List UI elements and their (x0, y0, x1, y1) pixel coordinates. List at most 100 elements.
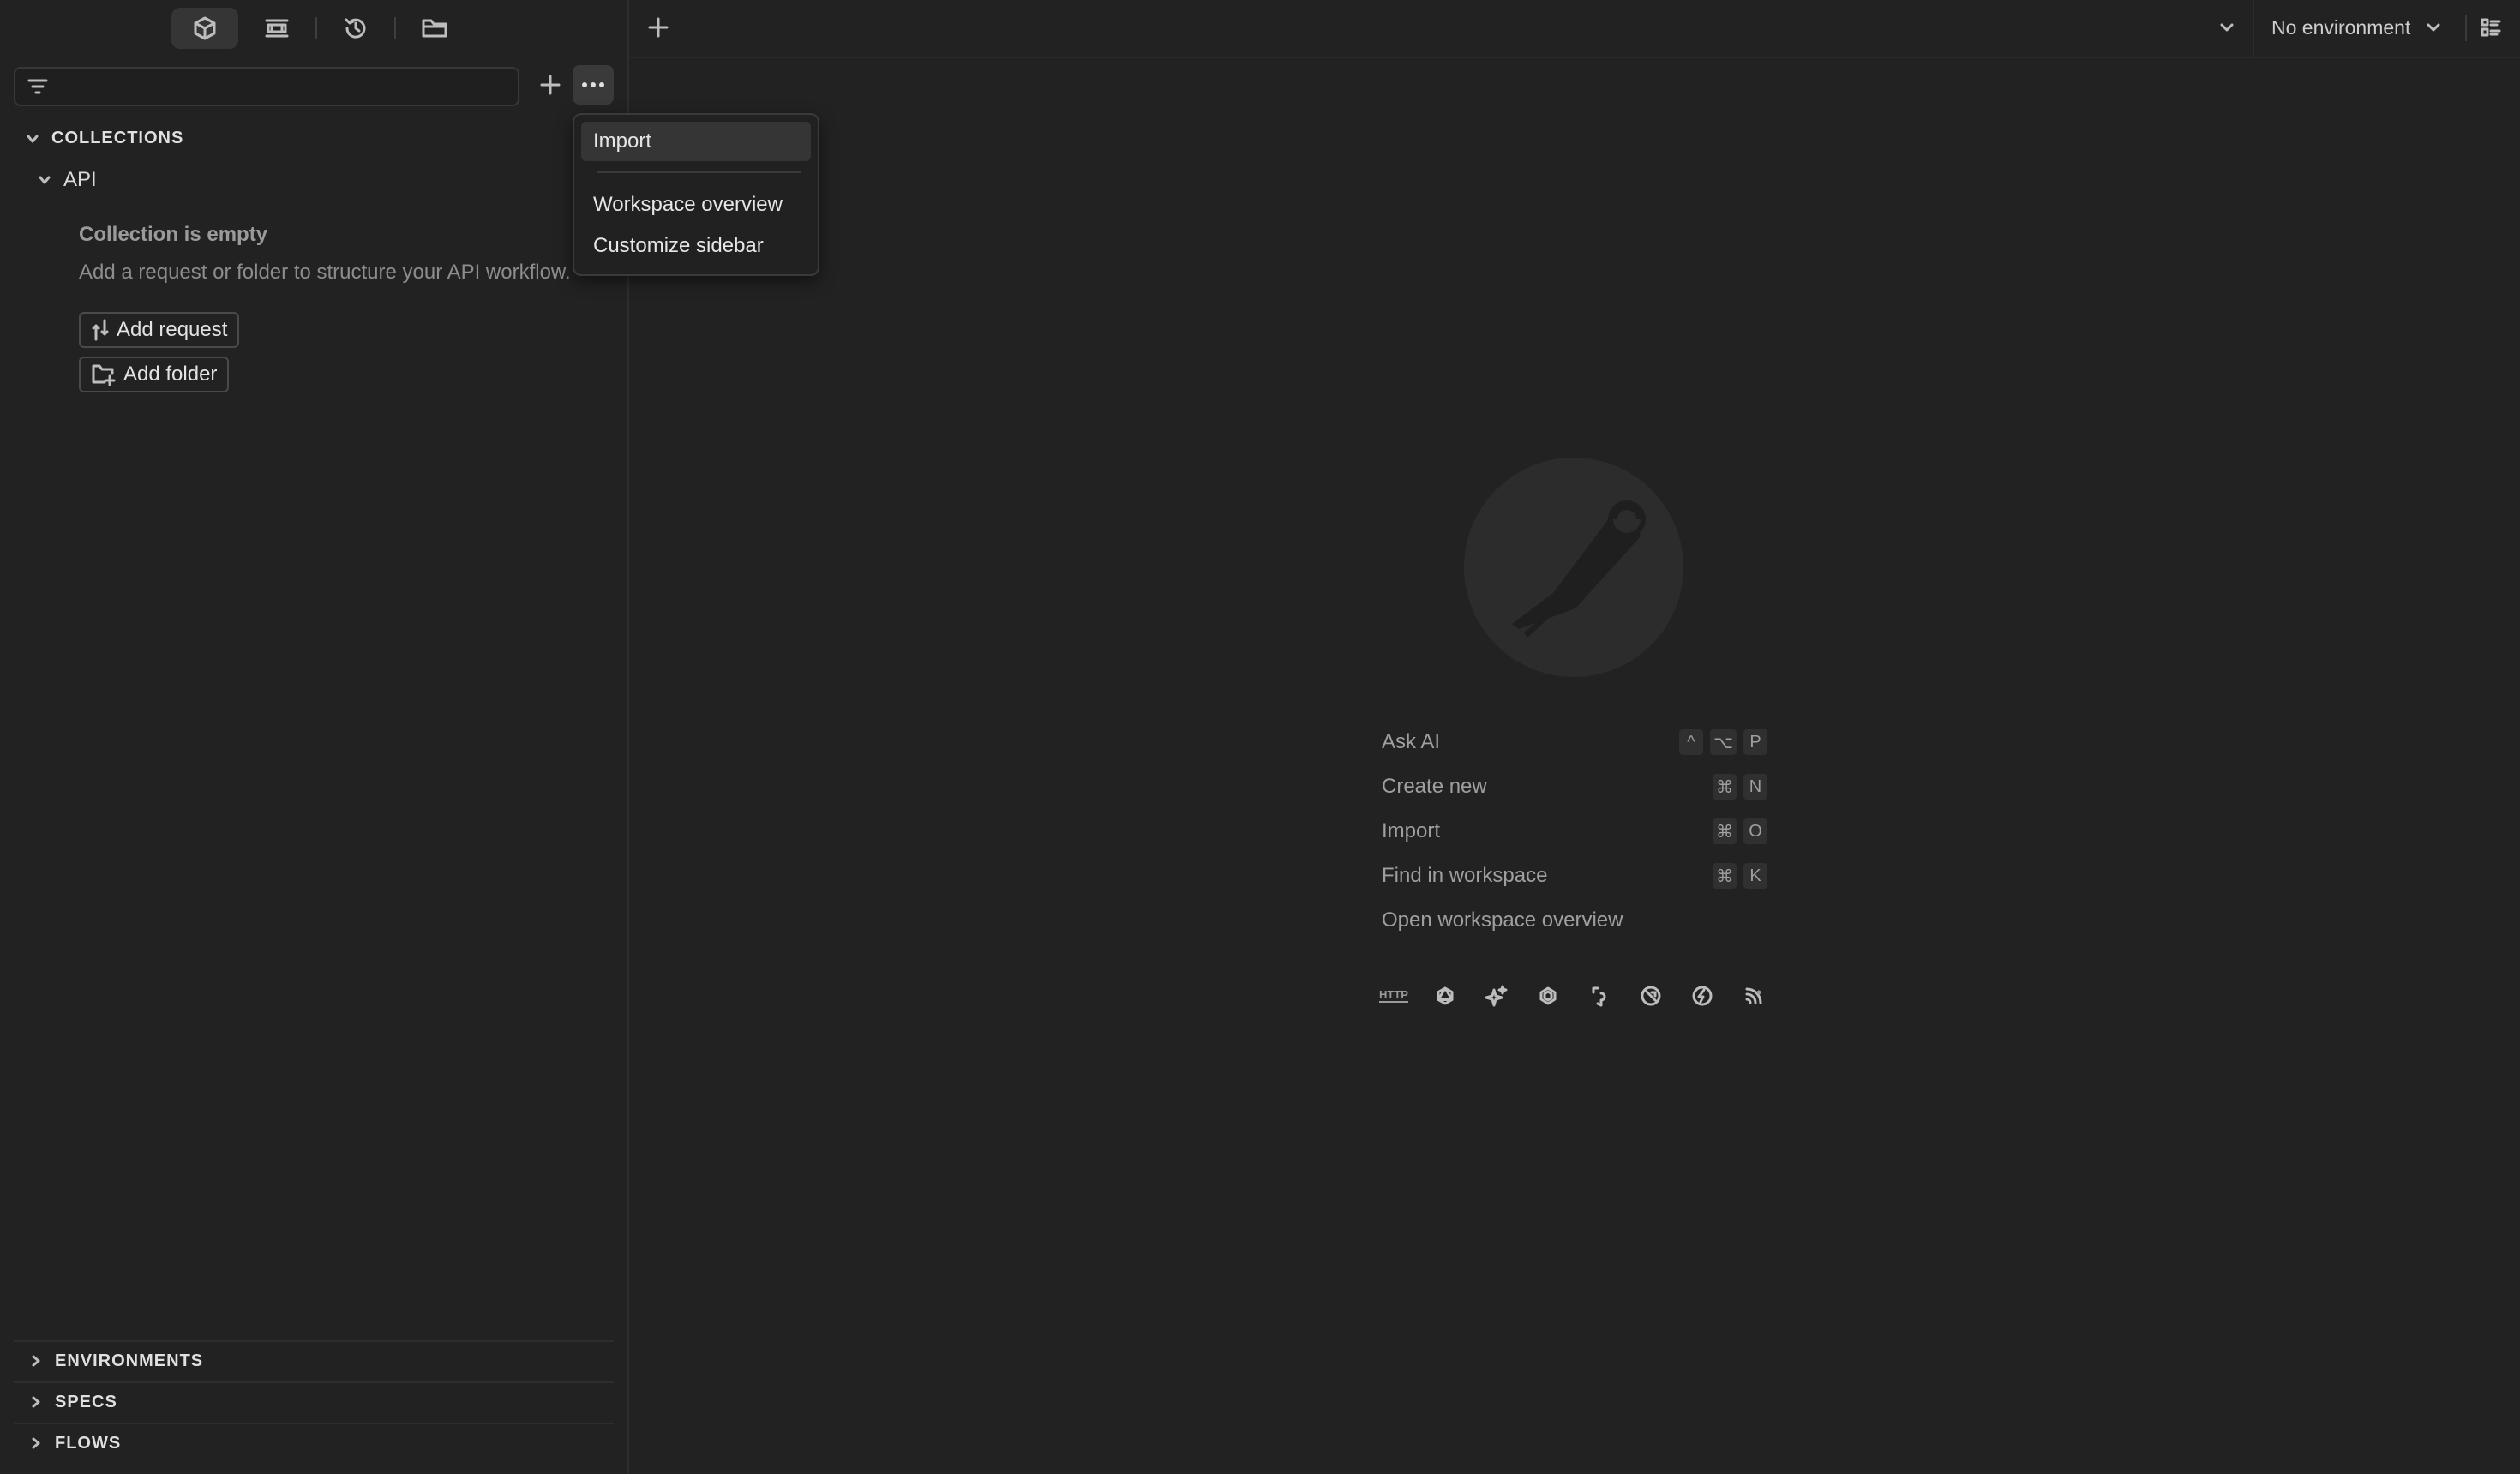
shortcut-keys: ⌘ O (1713, 818, 1767, 844)
collections-heading: COLLECTIONS (51, 129, 184, 147)
specs-heading: SPECS (55, 1392, 117, 1411)
shortcut-label: Create new (1382, 775, 1487, 798)
protocol-shortcuts: HTTP (1377, 979, 1771, 1013)
tab-separator (315, 17, 317, 39)
keyboard-key: K (1743, 863, 1767, 889)
more-options-button[interactable] (573, 65, 614, 105)
shortcut-keys: ⌘ N (1713, 774, 1767, 800)
menu-separator (597, 171, 801, 173)
keyboard-key: ⌘ (1713, 774, 1737, 800)
history-icon (345, 18, 366, 39)
plus-icon (648, 17, 669, 38)
chevron-right-icon (32, 1437, 40, 1449)
menu-item-import[interactable]: Import (581, 122, 811, 161)
collection-name: API (63, 168, 97, 191)
shortcut-row[interactable]: Open workspace overview (1382, 905, 1767, 936)
more-options-menu: Import Workspace overview Customize side… (573, 113, 819, 276)
socketio-icon (1641, 986, 1661, 1006)
keyboard-key: O (1743, 818, 1767, 844)
menu-item-workspace-overview[interactable]: Workspace overview (581, 185, 811, 225)
collection-item-api[interactable]: API (38, 168, 97, 192)
menu-item-customize-sidebar[interactable]: Customize sidebar (581, 226, 811, 266)
shortcut-label: Open workspace overview (1382, 908, 1623, 932)
divider (2253, 0, 2254, 57)
shortcut-label: Import (1382, 819, 1441, 842)
keyboard-key: ⌥ (1709, 729, 1737, 755)
add-request-button[interactable]: Add request (79, 312, 240, 348)
http-icon: HTTP (1379, 988, 1408, 1003)
chevron-down-icon (2427, 23, 2440, 32)
shortcut-row[interactable]: Find in workspace ⌘ K (1382, 860, 1767, 891)
tab-bar: No environment (629, 0, 2520, 58)
environment-label: No environment (2271, 15, 2411, 39)
add-folder-label: Add folder (123, 363, 218, 386)
sidebar-filter[interactable] (14, 67, 519, 106)
keyboard-key: ^ (1678, 729, 1703, 755)
tab-separator (394, 17, 396, 39)
specs-section-header[interactable]: SPECS (14, 1381, 614, 1421)
rocket-man-icon (1512, 500, 1646, 638)
environments-icon (265, 19, 289, 38)
ai-icon (1485, 985, 1508, 1007)
socketio-request-button[interactable] (1634, 979, 1668, 1013)
grpc-request-button[interactable] (1531, 979, 1565, 1013)
variables-icon (2481, 18, 2501, 37)
collections-section-header[interactable]: COLLECTIONS (26, 129, 183, 148)
chevron-down-icon (2220, 23, 2234, 32)
websocket-icon (1592, 986, 1606, 1007)
shortcut-row[interactable]: Create new ⌘ N (1382, 771, 1767, 802)
add-folder-button[interactable]: Add folder (79, 357, 230, 392)
environments-section-header[interactable]: ENVIRONMENTS (14, 1340, 614, 1380)
divider (2465, 15, 2467, 41)
sidebar-tab-files[interactable] (401, 8, 468, 49)
sse-icon (1745, 987, 1762, 1004)
tabs-dropdown-button[interactable] (2211, 12, 2242, 43)
grpc-icon (1539, 986, 1557, 1005)
sidebar-tab-environments[interactable] (243, 8, 310, 49)
shortcut-label: Ask AI (1382, 730, 1441, 753)
add-request-label: Add request (117, 318, 228, 341)
flows-heading: FLOWS (55, 1433, 122, 1453)
http-request-button[interactable]: HTTP (1377, 979, 1411, 1013)
keyboard-key: P (1743, 729, 1767, 755)
environments-heading: ENVIRONMENTS (55, 1351, 204, 1370)
empty-collection-title: Collection is empty (79, 223, 268, 246)
chevron-down-icon (39, 176, 51, 184)
websocket-request-button[interactable] (1582, 979, 1617, 1013)
empty-collection-description: Add a request or folder to structure you… (79, 261, 571, 284)
environment-quick-look-button[interactable] (2475, 12, 2506, 43)
keyboard-key: ⌘ (1713, 818, 1737, 844)
sidebar: COLLECTIONS API Collection is empty Add … (0, 0, 629, 1474)
plus-icon (540, 75, 561, 95)
sidebar-search-input[interactable] (63, 72, 513, 101)
folder-icon (422, 19, 447, 38)
new-tab-button[interactable] (641, 10, 675, 45)
sidebar-tab-history[interactable] (322, 8, 389, 49)
shortcut-keys: ⌘ K (1713, 863, 1767, 889)
sidebar-tabs (171, 7, 468, 50)
mqtt-request-button[interactable] (1685, 979, 1719, 1013)
shortcut-keys: ^ ⌥ P (1678, 729, 1767, 755)
chevron-down-icon (27, 135, 39, 142)
mqtt-icon (1692, 986, 1713, 1006)
sse-request-button[interactable] (1737, 979, 1771, 1013)
graphql-request-button[interactable] (1428, 979, 1462, 1013)
graphql-icon (1437, 986, 1454, 1005)
collections-icon (194, 16, 216, 40)
flows-section-header[interactable]: FLOWS (14, 1423, 614, 1462)
chevron-right-icon (32, 1396, 40, 1408)
add-folder-icon (92, 364, 116, 386)
shortcut-row[interactable]: Import ⌘ O (1382, 816, 1767, 847)
postman-logo (1464, 458, 1683, 677)
sidebar-tab-collections[interactable] (171, 8, 238, 49)
shortcut-label: Find in workspace (1382, 864, 1548, 887)
chevron-right-icon (32, 1355, 40, 1367)
request-icon (92, 319, 109, 341)
environment-selector[interactable]: No environment (2271, 12, 2441, 43)
ellipsis-icon (582, 82, 604, 87)
filter-icon (27, 79, 48, 94)
add-collection-button[interactable] (533, 67, 567, 103)
shortcut-row[interactable]: Ask AI ^ ⌥ P (1382, 727, 1767, 758)
keyboard-key: N (1743, 774, 1767, 800)
ai-request-button[interactable] (1479, 979, 1514, 1013)
